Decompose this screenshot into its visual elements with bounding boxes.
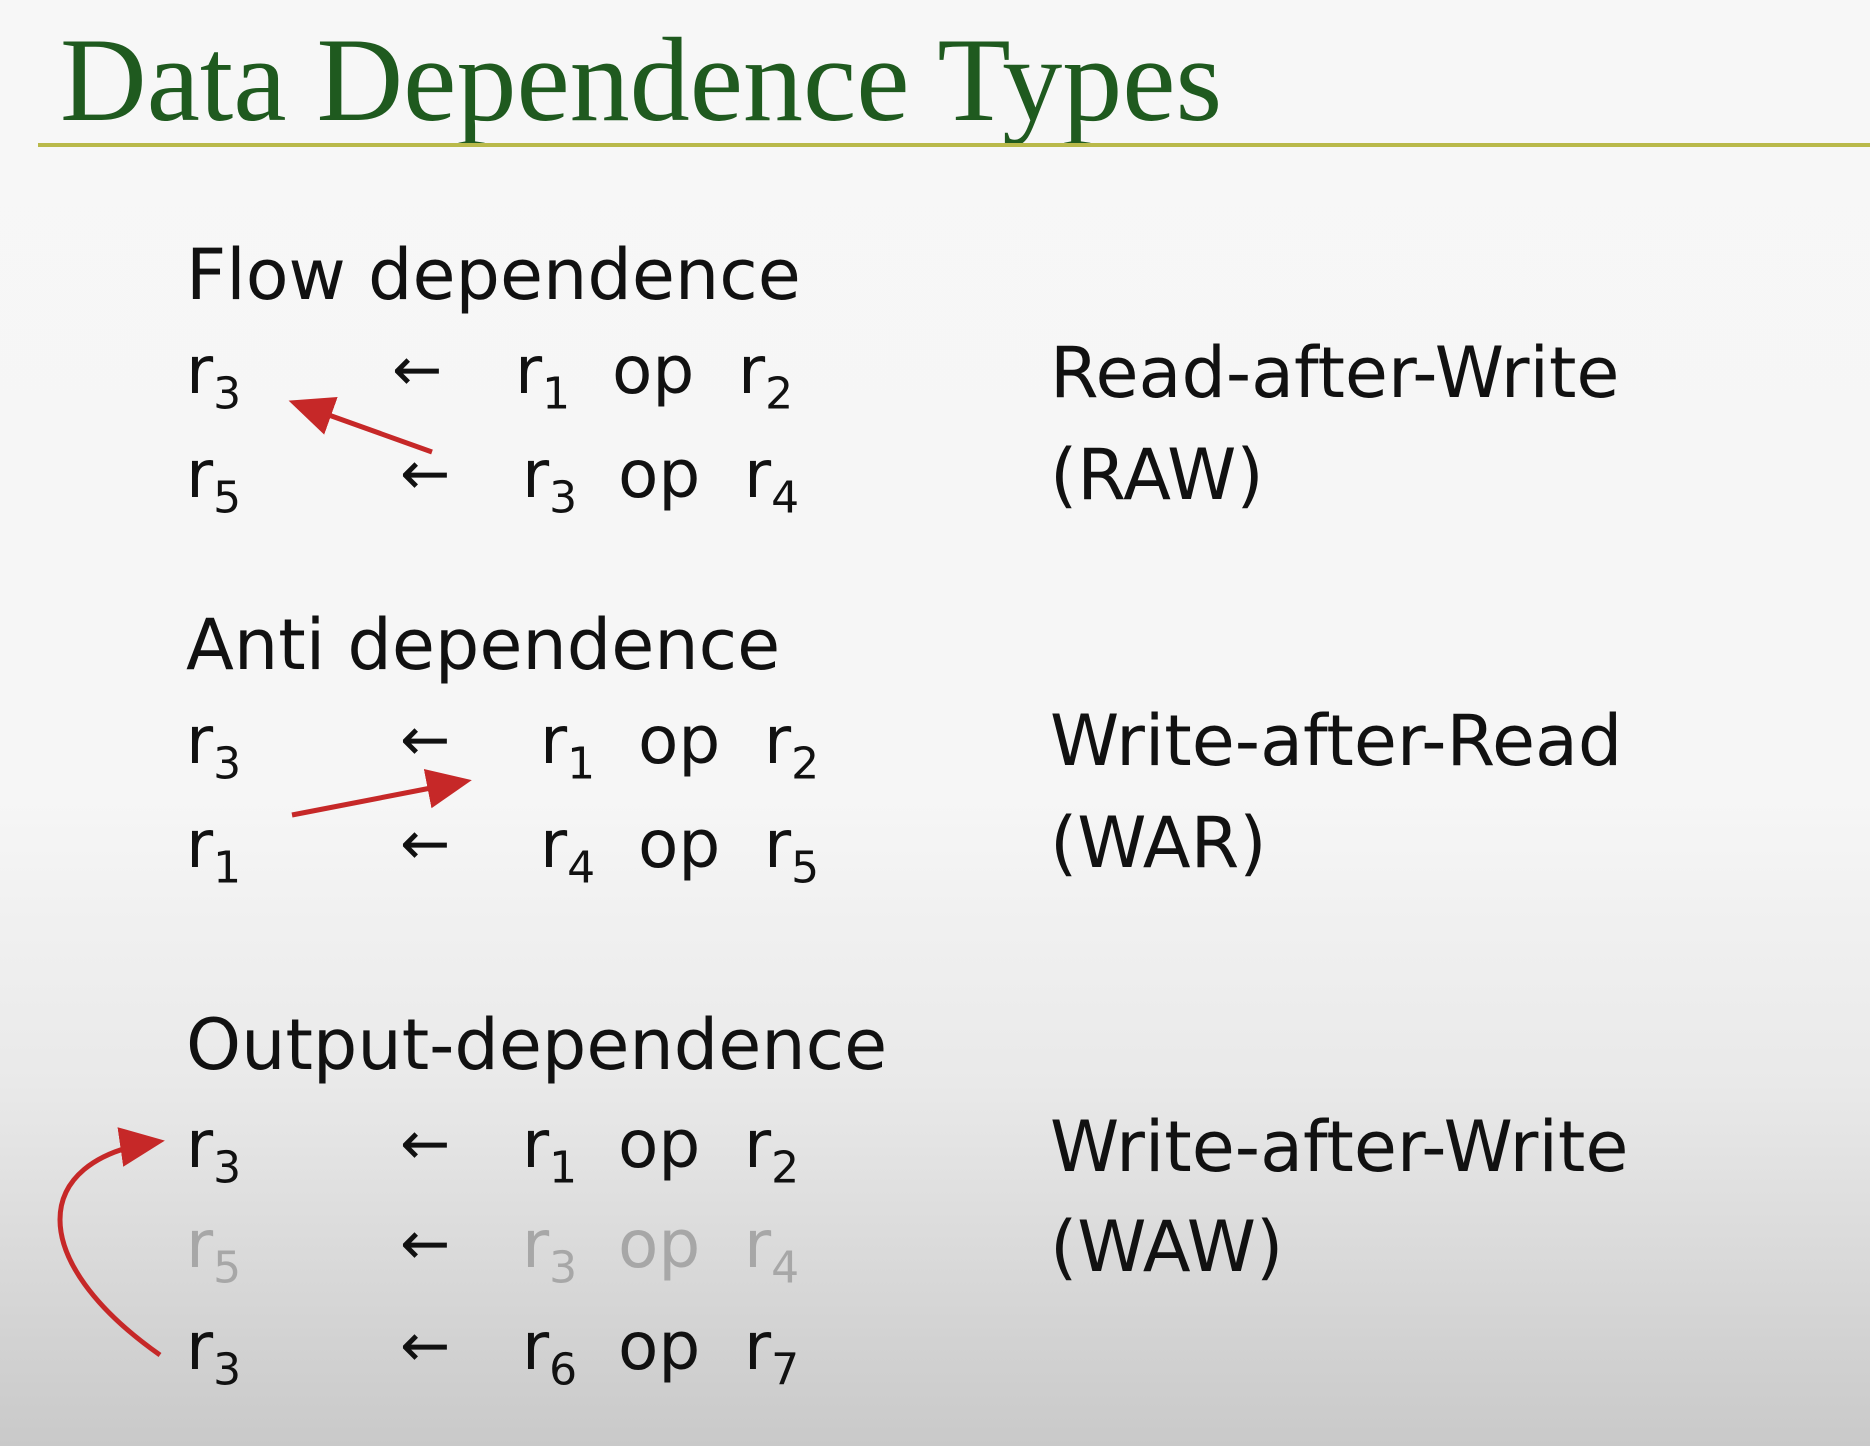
raw-abbreviation: (RAW) (1050, 434, 1264, 516)
output-row2-src1-sub: 3 (549, 1242, 578, 1294)
anti-row2-src1-sub: 4 (567, 842, 596, 894)
anti-row2-src2: r5 (764, 812, 819, 890)
output-row3-src2-reg: r (744, 1308, 772, 1385)
anti-row2-assign-arrow: ← (400, 809, 451, 879)
output-row2-dest-reg: r (186, 1206, 214, 1283)
output-row2-op: op (618, 1206, 701, 1283)
flow-row2-dest-sub: 5 (213, 472, 242, 524)
anti-row1-dest: r3 (186, 708, 241, 786)
flow-row2-op: op (618, 436, 701, 513)
anti-row1-src2-sub: 2 (791, 738, 820, 790)
anti-row2-dest-reg: r (186, 806, 214, 883)
flow-row1-src2: r2 (738, 338, 793, 416)
output-row3-dest: r3 (186, 1314, 241, 1392)
flow-row1-assign-arrow: ← (392, 335, 443, 405)
output-row2-src2-sub: 4 (771, 1242, 800, 1294)
flow-row1-op: op (612, 332, 695, 409)
anti-row1-src1-reg: r (540, 702, 568, 779)
anti-row1-src1-sub: 1 (567, 738, 596, 790)
war-abbreviation: (WAR) (1050, 802, 1267, 884)
output-row1-assign-arrow: ← (400, 1109, 451, 1179)
output-row2-dest-sub: 5 (213, 1242, 242, 1294)
anti-row2-op: op (638, 806, 721, 883)
output-row1-src2-reg: r (744, 1106, 772, 1183)
flow-row2-src1-sub: 3 (549, 472, 578, 524)
flow-row1-src1: r1 (515, 338, 570, 416)
flow-row1-dest-sub: 3 (213, 368, 242, 420)
output-row3-src2: r7 (744, 1314, 799, 1392)
anti-row2-dest: r1 (186, 812, 241, 890)
output-row1-src1-sub: 1 (549, 1142, 578, 1194)
output-row3-dest-reg: r (186, 1308, 214, 1385)
flow-row2-dest-reg: r (186, 436, 214, 513)
flow-row2-src2: r4 (744, 442, 799, 520)
slide-title: Data Dependence Types (60, 13, 1223, 146)
output-row1-src2-sub: 2 (771, 1142, 800, 1194)
anti-row2-src1: r4 (540, 812, 595, 890)
anti-row1-op: op (638, 702, 721, 779)
output-row2-assign-arrow: ← (400, 1209, 451, 1279)
output-row1-src1: r1 (522, 1112, 577, 1190)
flow-dependence-heading: Flow dependence (186, 234, 801, 316)
output-row1-src1-reg: r (522, 1106, 550, 1183)
anti-row1-src1: r1 (540, 708, 595, 786)
output-row2-src2-reg: r (744, 1206, 772, 1283)
output-row1-op: op (618, 1106, 701, 1183)
output-row3-op: op (618, 1308, 701, 1385)
flow-row2-src2-reg: r (744, 436, 772, 513)
anti-dependence-heading: Anti dependence (186, 604, 781, 686)
anti-row1-dest-sub: 3 (213, 738, 242, 790)
output-row1-src2: r2 (744, 1112, 799, 1190)
flow-row1-dest-reg: r (186, 332, 214, 409)
output-row1-dest-reg: r (186, 1106, 214, 1183)
output-row3-src1: r6 (522, 1314, 577, 1392)
output-row3-src2-sub: 7 (771, 1344, 800, 1396)
output-row3-assign-arrow: ← (400, 1311, 451, 1381)
output-row1-dest: r3 (186, 1112, 241, 1190)
output-dependence-heading: Output-dependence (186, 1004, 888, 1086)
anti-row2-dest-sub: 1 (213, 842, 242, 894)
anti-row2-src2-sub: 5 (791, 842, 820, 894)
flow-row1-dest: r3 (186, 338, 241, 416)
anti-row1-dest-reg: r (186, 702, 214, 779)
anti-row2-src1-reg: r (540, 806, 568, 883)
anti-row1-assign-arrow: ← (400, 705, 451, 775)
flow-row2-src1-reg: r (522, 436, 550, 513)
flow-row2-src2-sub: 4 (771, 472, 800, 524)
flow-row1-src2-reg: r (738, 332, 766, 409)
flow-row1-src2-sub: 2 (765, 368, 794, 420)
flow-row1-src1-sub: 1 (542, 368, 571, 420)
raw-description: Read-after-Write (1050, 332, 1620, 414)
anti-row2-src2-reg: r (764, 806, 792, 883)
anti-row1-src2-reg: r (764, 702, 792, 779)
output-row2-src2: r4 (744, 1212, 799, 1290)
waw-description: Write-after-Write (1050, 1106, 1629, 1188)
flow-row2-assign-arrow: ← (400, 439, 451, 509)
waw-abbreviation: (WAW) (1050, 1206, 1284, 1288)
waw-dependence-arrow (57, 1127, 165, 1358)
flow-row1-src1-reg: r (515, 332, 543, 409)
output-row3-dest-sub: 3 (213, 1344, 242, 1396)
war-description: Write-after-Read (1050, 700, 1623, 782)
output-row2-dest: r5 (186, 1212, 241, 1290)
flow-row2-dest: r5 (186, 442, 241, 520)
anti-row1-src2: r2 (764, 708, 819, 786)
output-row3-src1-sub: 6 (549, 1344, 578, 1396)
output-row2-src1-reg: r (522, 1206, 550, 1283)
output-row1-dest-sub: 3 (213, 1142, 242, 1194)
output-row3-src1-reg: r (522, 1308, 550, 1385)
flow-row2-src1: r3 (522, 442, 577, 520)
output-row2-src1: r3 (522, 1212, 577, 1290)
title-divider (38, 143, 1870, 147)
